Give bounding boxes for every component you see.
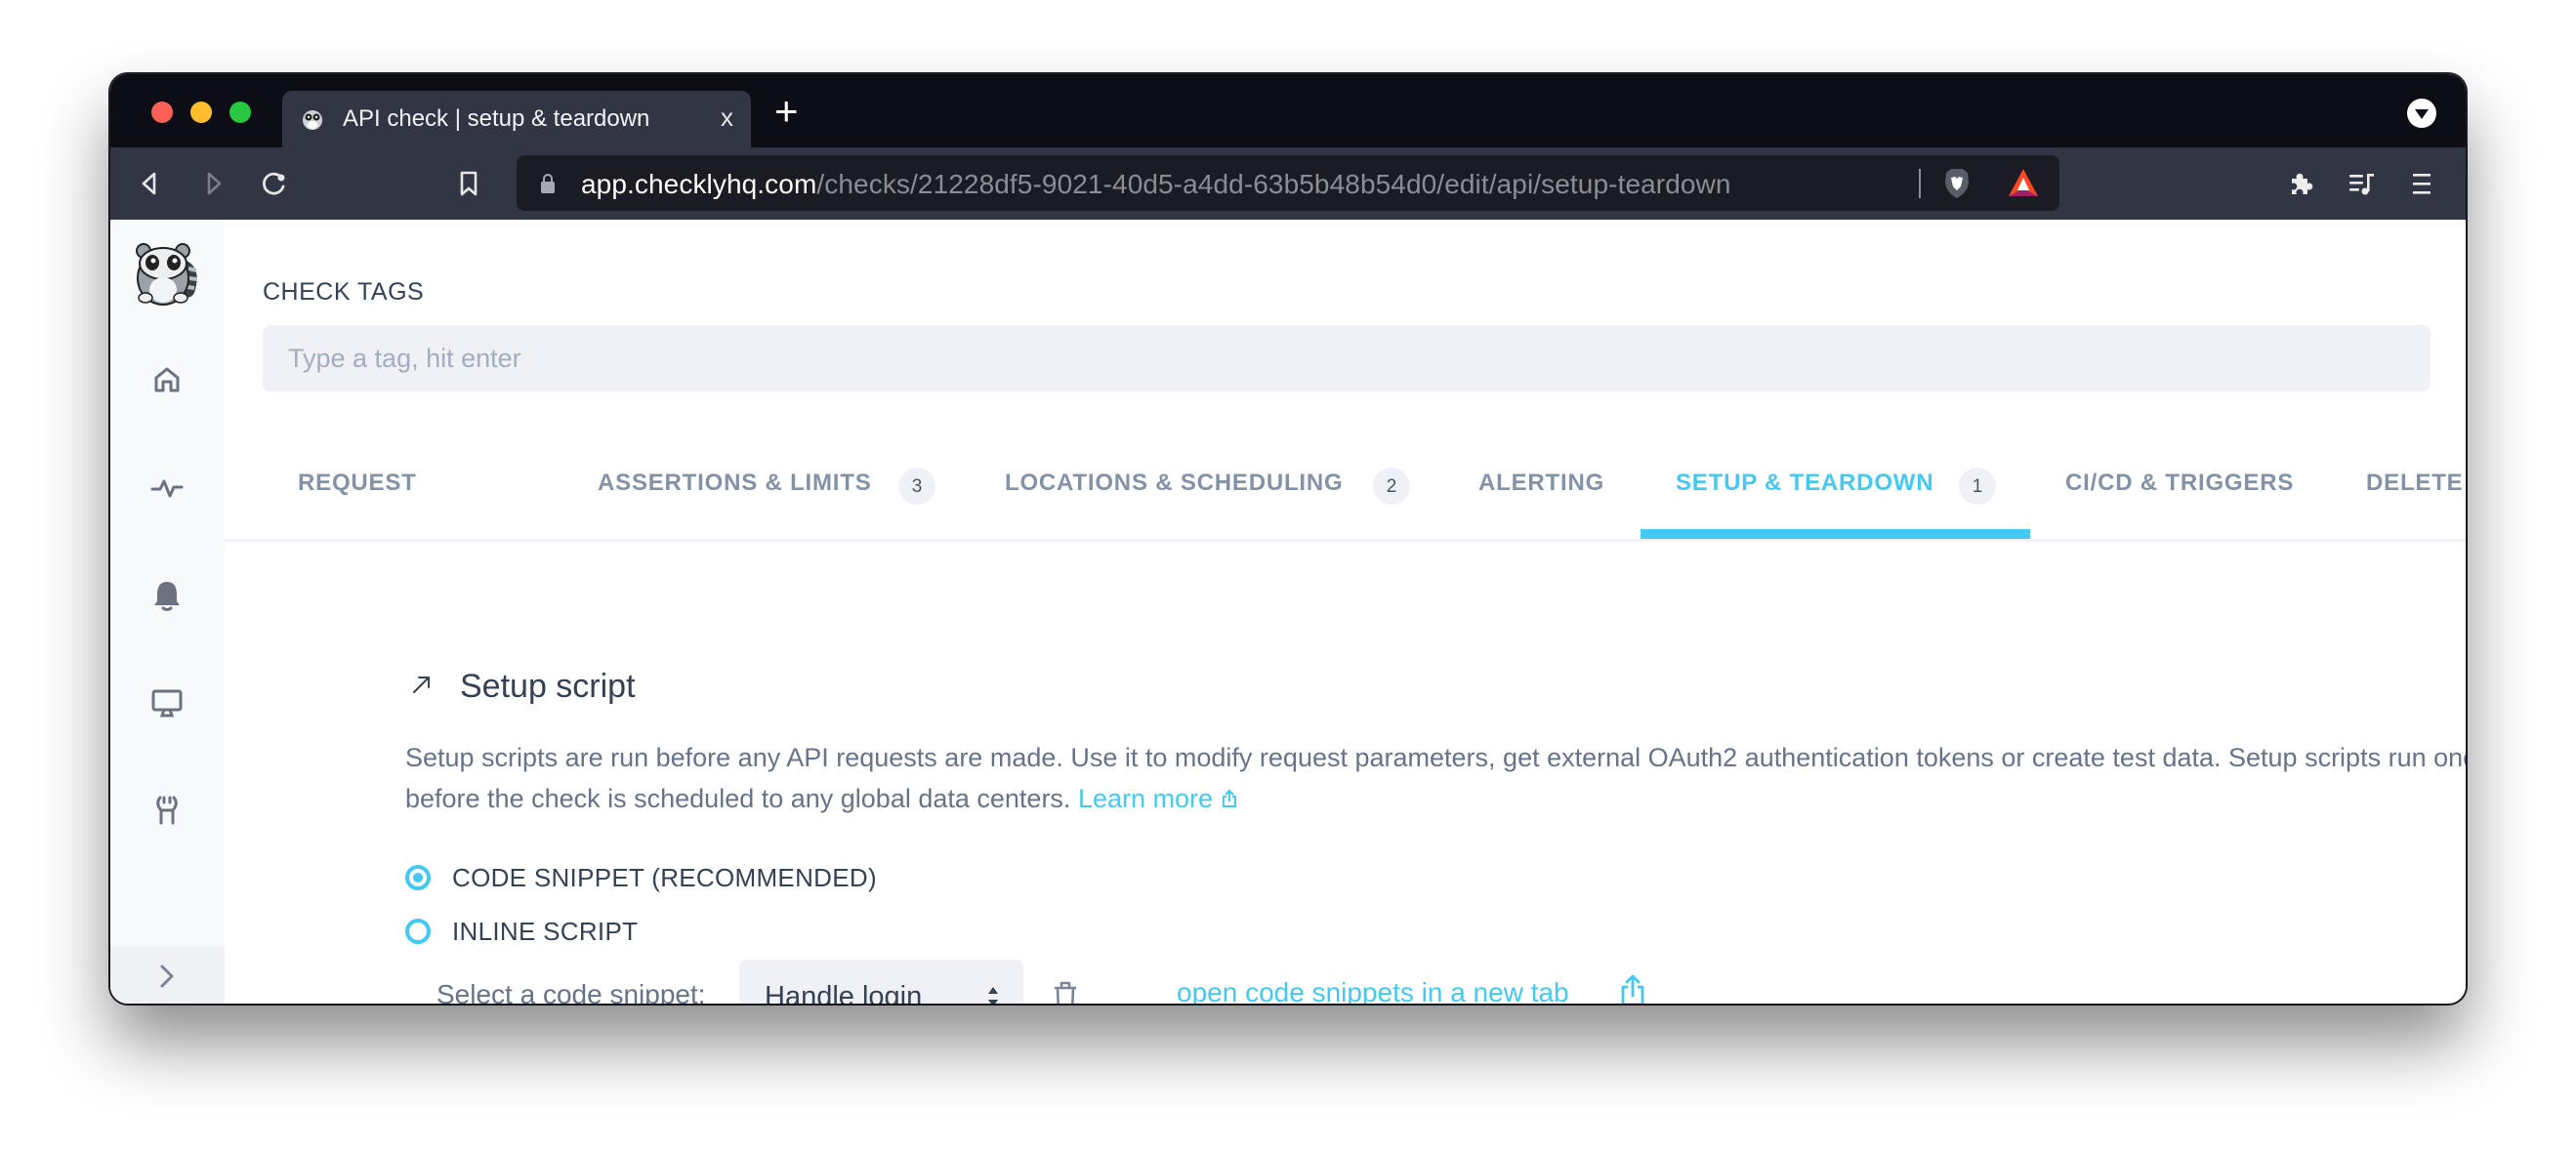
radio-button-unchecked[interactable]: [405, 919, 431, 944]
select-snippet-label: Select a code snippet:: [436, 979, 706, 1004]
bell-icon[interactable]: [148, 577, 186, 614]
chevron-right-icon: [160, 965, 174, 988]
address-bar[interactable]: app.checklyhq.com/checks/21228df5-9021-4…: [517, 155, 2059, 211]
check-editor: CHECK TAGS REQUEST ASSERTIONS & LIMITS 3…: [225, 220, 2466, 1004]
media-playlist-icon[interactable]: [2347, 169, 2376, 198]
radio-label: CODE SNIPPET (RECOMMENDED): [452, 862, 877, 892]
radio-code-snippet[interactable]: CODE SNIPPET (RECOMMENDED): [405, 860, 877, 895]
reload-icon[interactable]: [260, 169, 289, 198]
trash-icon[interactable]: [1051, 979, 1080, 1004]
tab-setup-teardown[interactable]: SETUP & TEARDOWN 1: [1641, 456, 2030, 539]
check-tags-input[interactable]: [263, 325, 2431, 391]
tab-label: ALERTING: [1478, 470, 1605, 496]
description-text: Setup scripts are run before any API req…: [405, 743, 2466, 813]
hamburger-menu-icon[interactable]: [2407, 169, 2436, 198]
new-tab-button[interactable]: +: [774, 88, 799, 135]
tab-count-badge: 1: [1959, 468, 1996, 505]
checkly-raccoon-favicon: [303, 110, 322, 130]
radio-label: INLINE SCRIPT: [452, 916, 639, 946]
page-content: CHECK TAGS REQUEST ASSERTIONS & LIMITS 3…: [110, 220, 2466, 1004]
brave-rewards-icon[interactable]: [2007, 167, 2040, 198]
url-text[interactable]: app.checklyhq.com/checks/21228df5-9021-4…: [581, 169, 1731, 200]
lock-icon: [541, 174, 555, 193]
tab-list-dropdown-icon[interactable]: [2407, 99, 2436, 128]
browser-window: API check | setup & teardown x + app.che…: [110, 74, 2466, 1004]
pulse-icon[interactable]: [148, 470, 186, 507]
home-icon[interactable]: [148, 361, 186, 398]
tab-label: LOCATIONS & SCHEDULING: [1005, 470, 1344, 496]
address-bar-divider: [1919, 169, 1921, 198]
tab-label: REQUEST: [298, 470, 417, 496]
close-window-button[interactable]: [151, 102, 173, 123]
monitor-icon[interactable]: [148, 684, 186, 721]
active-tab-indicator: [1641, 529, 2030, 539]
browser-tab-title: API check | setup & teardown: [343, 105, 650, 132]
tab-label: SETUP & TEARDOWN: [1676, 470, 1934, 496]
tab-label: DELETE: [2366, 470, 2464, 496]
close-tab-icon[interactable]: x: [721, 103, 733, 133]
wrench-icon[interactable]: [148, 792, 186, 829]
check-tags-label: CHECK TAGS: [263, 278, 425, 306]
extensions-icon[interactable]: [2286, 169, 2315, 198]
checkly-raccoon-logo[interactable]: [132, 239, 202, 308]
brave-shields-icon[interactable]: [1942, 167, 1972, 200]
external-link-icon: [1223, 789, 1237, 807]
collapse-arrow-icon[interactable]: [410, 673, 434, 696]
browser-toolbar: app.checklyhq.com/checks/21228df5-9021-4…: [110, 147, 2466, 220]
open-code-snippets-link[interactable]: open code snippets in a new tab: [1177, 977, 1569, 1004]
setup-script-description: Setup scripts are run before any API req…: [405, 737, 2466, 819]
tab-count-badge: 2: [1373, 468, 1410, 505]
radio-button-checked[interactable]: [405, 865, 431, 890]
minimize-window-button[interactable]: [190, 102, 212, 123]
tab-label: CI/CD & TRIGGERS: [2065, 470, 2295, 496]
bookmark-icon[interactable]: [454, 169, 483, 198]
learn-more-label: Learn more: [1077, 784, 1214, 813]
external-link-icon[interactable]: [1618, 973, 1647, 1004]
tab-label: ASSERTIONS & LIMITS: [598, 470, 872, 496]
select-updown-icon: [988, 987, 998, 1004]
editor-tabs: REQUEST ASSERTIONS & LIMITS 3 LOCATIONS …: [225, 456, 2466, 542]
browser-tab-active[interactable]: API check | setup & teardown x: [282, 91, 751, 147]
setup-script-title: Setup script: [460, 668, 636, 705]
radio-inline-script[interactable]: INLINE SCRIPT: [405, 914, 638, 949]
learn-more-link[interactable]: Learn more: [1078, 784, 1238, 813]
code-snippet-select[interactable]: Handle login: [739, 960, 1023, 1004]
forward-icon[interactable]: [198, 169, 228, 198]
sidebar-collapse-button[interactable]: [110, 947, 225, 1004]
selected-snippet-value: Handle login: [765, 981, 923, 1004]
sidebar: [110, 220, 225, 1004]
back-icon[interactable]: [136, 169, 165, 198]
tab-count-badge: 3: [898, 468, 935, 505]
browser-tab-bar: API check | setup & teardown x +: [110, 74, 2466, 147]
maximize-window-button[interactable]: [229, 102, 251, 123]
